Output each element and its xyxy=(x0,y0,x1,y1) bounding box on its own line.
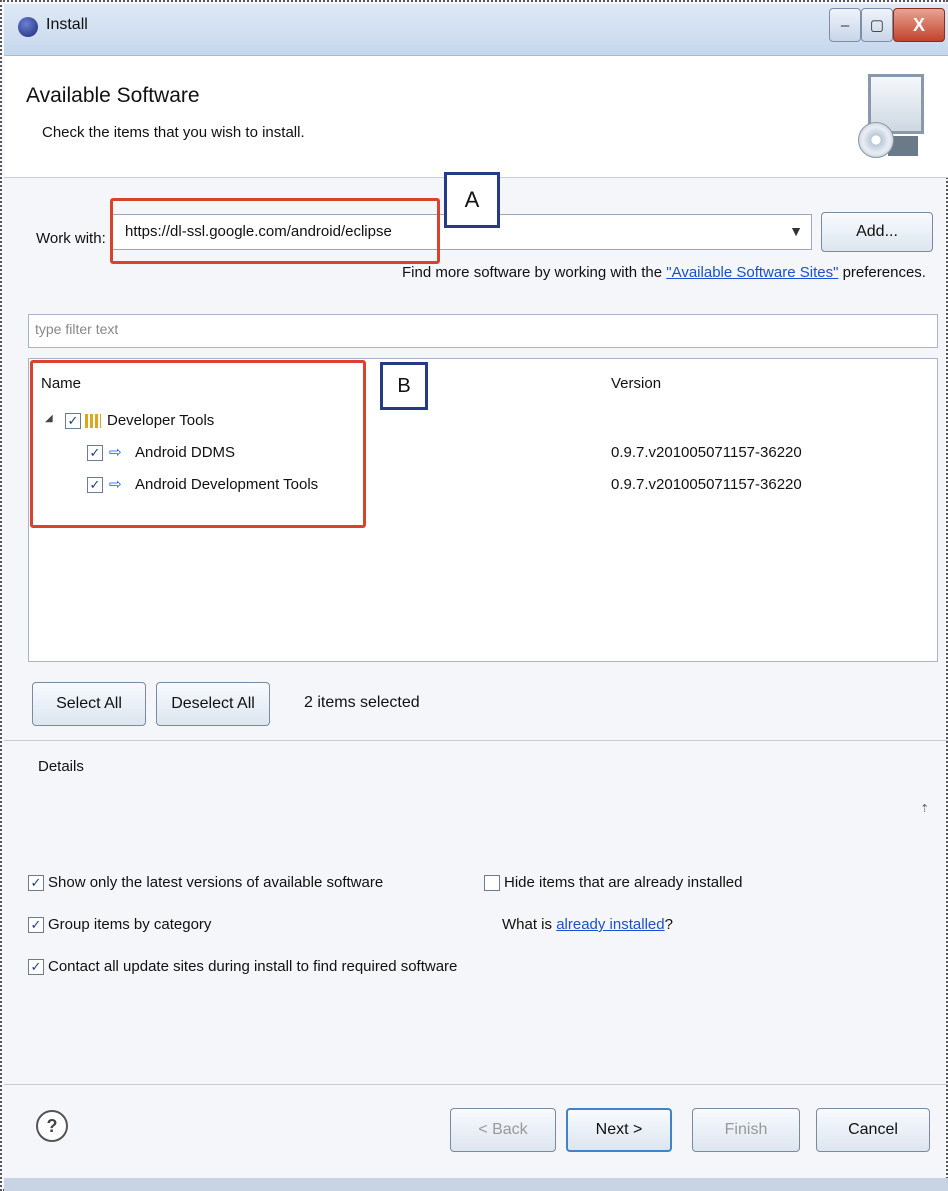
header-banner: Available Software Check the items that … xyxy=(4,56,948,178)
option-latest-versions[interactable]: ✓ Show only the latest versions of availa… xyxy=(28,874,384,892)
option-group-by-category[interactable]: ✓ Group items by category xyxy=(28,916,212,934)
what-is-suffix: ? xyxy=(664,916,673,933)
option-hide-installed[interactable]: Hide items that are already installed xyxy=(484,874,743,892)
close-button[interactable]: X xyxy=(893,8,945,42)
maximize-button[interactable]: ▢ xyxy=(861,8,893,42)
callout-b-label: B xyxy=(380,362,428,410)
tree-item-version: 0.9.7.v201005071157-36220 xyxy=(611,476,802,493)
available-sites-link[interactable]: "Available Software Sites" xyxy=(666,264,838,281)
option-label: Hide items that are already installed xyxy=(504,874,743,891)
option-label: Group items by category xyxy=(48,916,212,933)
tree-item-version: 0.9.7.v201005071157-36220 xyxy=(611,444,802,461)
cancel-button[interactable]: Cancel xyxy=(816,1108,930,1152)
page-subtitle: Check the items that you wish to install… xyxy=(42,124,305,141)
computer-install-icon xyxy=(858,74,928,162)
chevron-down-icon[interactable]: ▼ xyxy=(789,223,803,239)
divider xyxy=(4,1084,948,1085)
callout-b-highlight xyxy=(30,360,366,528)
deselect-all-button[interactable]: Deselect All xyxy=(156,682,270,726)
next-button[interactable]: Next > xyxy=(566,1108,672,1152)
title-bar: Install ‒ ▢ X xyxy=(4,4,948,56)
what-is-installed-text: What is already installed? xyxy=(502,916,673,933)
selection-status: 2 items selected xyxy=(304,694,420,711)
cd-icon xyxy=(858,122,894,158)
checkbox-hide-installed[interactable] xyxy=(484,875,500,892)
checkbox-group-by-category[interactable]: ✓ xyxy=(28,917,44,934)
column-header-version[interactable]: Version xyxy=(611,375,661,392)
filter-input[interactable]: type filter text xyxy=(28,314,938,348)
callout-a-highlight xyxy=(110,198,440,264)
details-scroll-icon[interactable]: ⇡ xyxy=(920,802,929,815)
minimize-button[interactable]: ‒ xyxy=(829,8,861,42)
option-contact-sites[interactable]: ✓ Contact all update sites during install… xyxy=(28,958,458,976)
already-installed-link[interactable]: already installed xyxy=(556,916,664,933)
find-more-text: Find more software by working with the "… xyxy=(402,264,926,281)
checkbox-contact-sites[interactable]: ✓ xyxy=(28,959,44,976)
install-dialog: Install ‒ ▢ X Available Software Check t… xyxy=(0,0,948,1191)
add-site-button[interactable]: Add... xyxy=(821,212,933,252)
window-title: Install xyxy=(46,16,88,33)
work-with-label: Work with: xyxy=(36,230,106,247)
divider xyxy=(4,740,948,741)
details-label: Details xyxy=(38,758,84,775)
help-icon[interactable]: ? xyxy=(36,1110,68,1142)
what-is-prefix: What is xyxy=(502,916,557,933)
finish-button[interactable]: Finish xyxy=(692,1108,800,1152)
back-button[interactable]: < Back xyxy=(450,1108,556,1152)
eclipse-icon xyxy=(18,17,38,37)
find-more-prefix: Find more software by working with the xyxy=(402,264,667,281)
find-more-suffix: preferences. xyxy=(838,264,926,281)
select-all-button[interactable]: Select All xyxy=(32,682,146,726)
option-label: Contact all update sites during install … xyxy=(48,958,458,975)
callout-a-label: A xyxy=(444,172,500,228)
checkbox-latest-versions[interactable]: ✓ xyxy=(28,875,44,892)
window-bottom-edge xyxy=(4,1178,948,1191)
option-label: Show only the latest versions of availab… xyxy=(48,874,384,891)
page-title: Available Software xyxy=(26,84,200,107)
